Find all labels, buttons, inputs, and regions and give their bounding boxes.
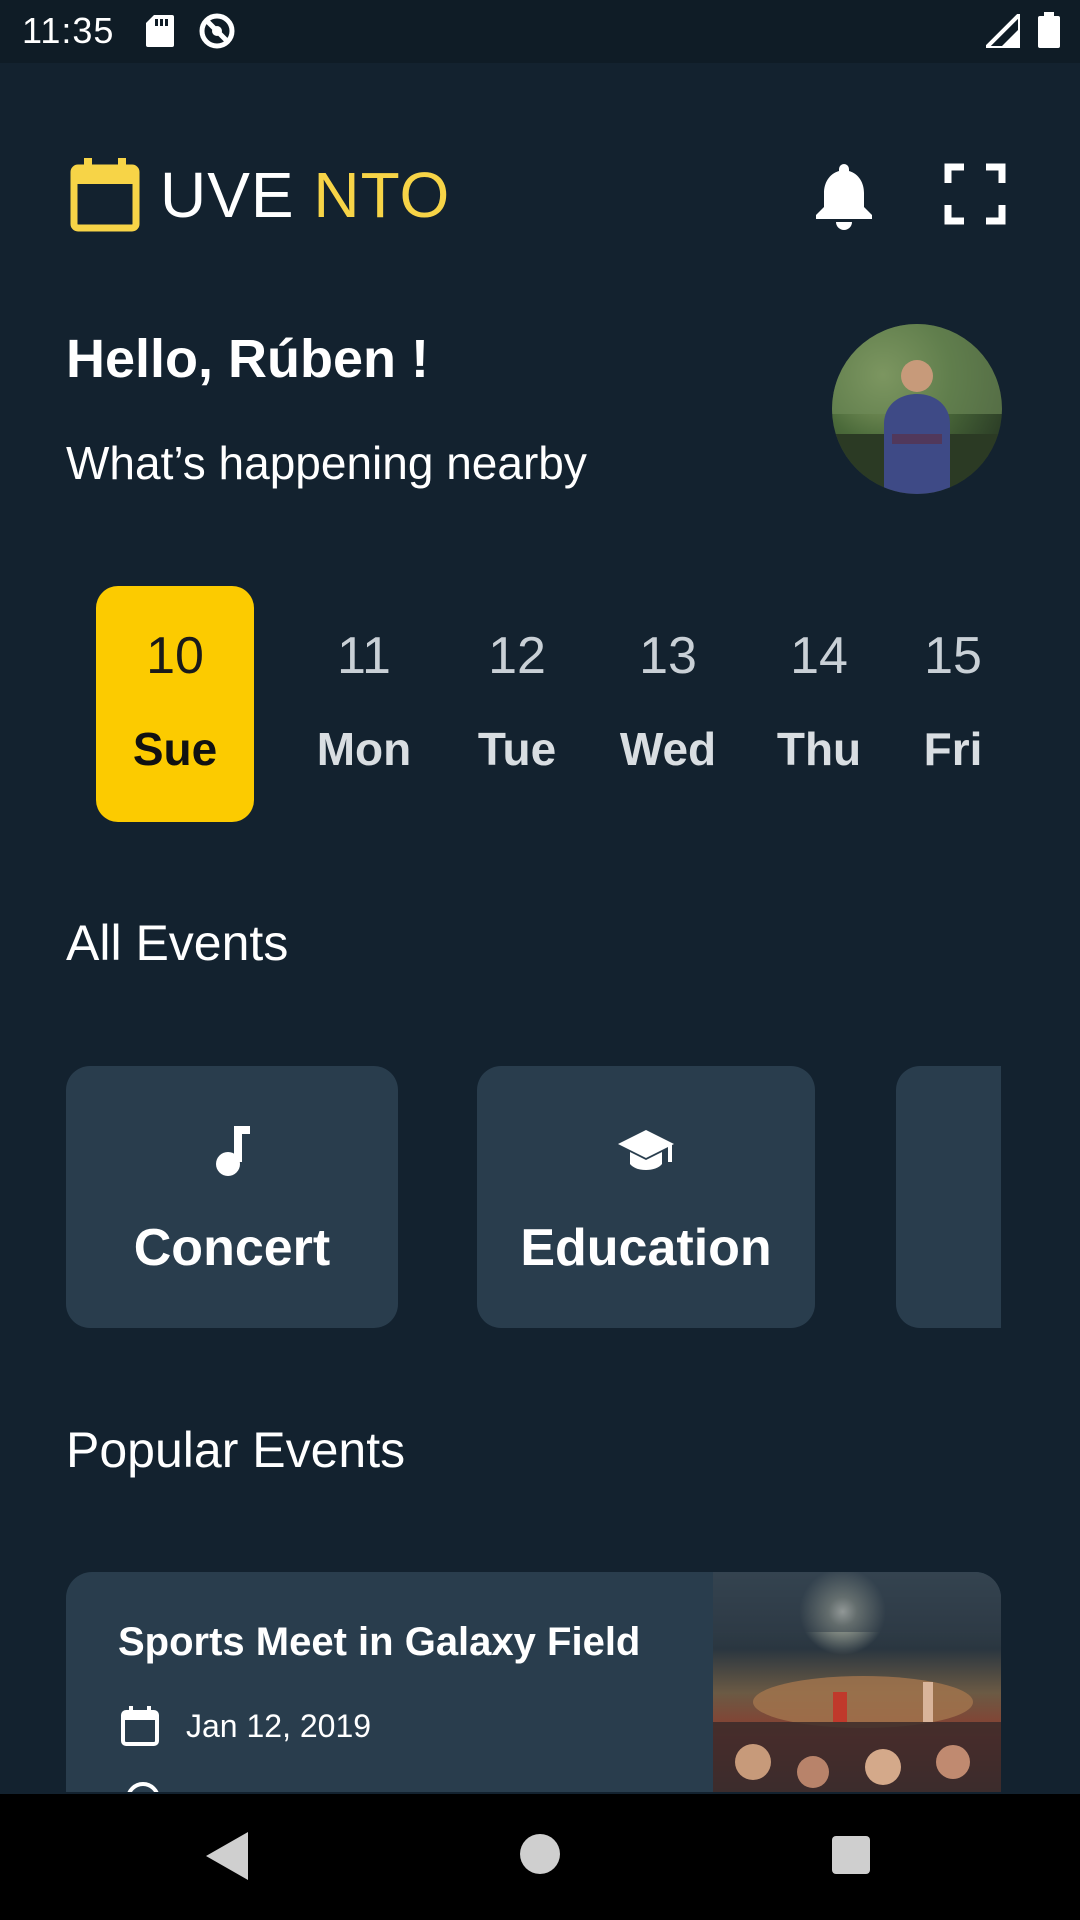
date-day: Tue <box>477 723 557 775</box>
logo-text-main: UVE <box>160 159 314 231</box>
date-number: 13 <box>639 627 697 685</box>
category-label: Education <box>520 1219 772 1277</box>
greeting-subtitle: What’s happening nearby <box>66 437 587 489</box>
app-screen: 11:35 UVE NTO Hello, Rúben ! What’s happ… <box>0 0 1080 1920</box>
date-item-11[interactable]: 11 Mon <box>285 586 443 822</box>
date-number: 11 <box>337 627 391 685</box>
bell-icon[interactable] <box>814 160 874 230</box>
date-day: Sue <box>132 723 218 775</box>
category-card-partial[interactable] <box>896 1066 1001 1328</box>
calendar-icon <box>70 158 140 232</box>
avatar[interactable] <box>832 324 1002 494</box>
navigation-bar <box>0 1794 1080 1920</box>
popular-events-title: Popular Events <box>66 1422 406 1478</box>
logo-text-accent: NTO <box>313 159 451 231</box>
all-events-title: All Events <box>66 915 289 971</box>
signal-icon <box>986 14 1020 48</box>
back-icon[interactable] <box>204 1830 250 1882</box>
date-day: Wed <box>619 723 717 775</box>
greeting-title: Hello, Rúben ! <box>66 329 429 389</box>
event-date: Jan 12, 2019 <box>186 1708 372 1744</box>
date-day: Fri <box>923 723 983 775</box>
music-note-icon <box>216 1126 250 1176</box>
stadium-illustration <box>713 1572 1001 1792</box>
sd-card-icon <box>146 15 174 47</box>
fullscreen-icon[interactable] <box>944 163 1006 225</box>
category-card-education[interactable]: Education <box>477 1066 815 1328</box>
date-number: 12 <box>488 627 546 685</box>
calendar-icon <box>121 1706 159 1746</box>
avatar-photo <box>832 324 1002 494</box>
sync-icon <box>199 13 235 49</box>
date-item-12[interactable]: 12 Tue <box>438 586 596 822</box>
home-icon[interactable] <box>520 1834 560 1874</box>
event-image <box>713 1572 1001 1792</box>
recents-icon[interactable] <box>832 1836 870 1874</box>
location-icon <box>126 1782 160 1792</box>
date-item-15[interactable]: 15 Fri <box>874 586 1032 822</box>
battery-icon <box>1038 12 1060 48</box>
date-day: Mon <box>316 723 412 775</box>
date-item-13[interactable]: 13 Wed <box>589 586 747 822</box>
graduation-cap-icon <box>618 1130 674 1170</box>
status-time: 11:35 <box>22 10 115 51</box>
event-title: Sports Meet in Galaxy Field <box>118 1620 641 1664</box>
category-label: Concert <box>133 1219 331 1277</box>
app-logo: UVE NTO <box>160 158 450 232</box>
date-item-10[interactable]: 10 Sue <box>96 586 254 822</box>
status-bar: 11:35 <box>0 0 1080 63</box>
date-number: 10 <box>146 627 204 685</box>
date-number: 15 <box>924 627 982 685</box>
category-card-concert[interactable]: Concert <box>66 1066 398 1328</box>
event-card[interactable]: Sports Meet in Galaxy Field Jan 12, 2019 <box>66 1572 1001 1792</box>
